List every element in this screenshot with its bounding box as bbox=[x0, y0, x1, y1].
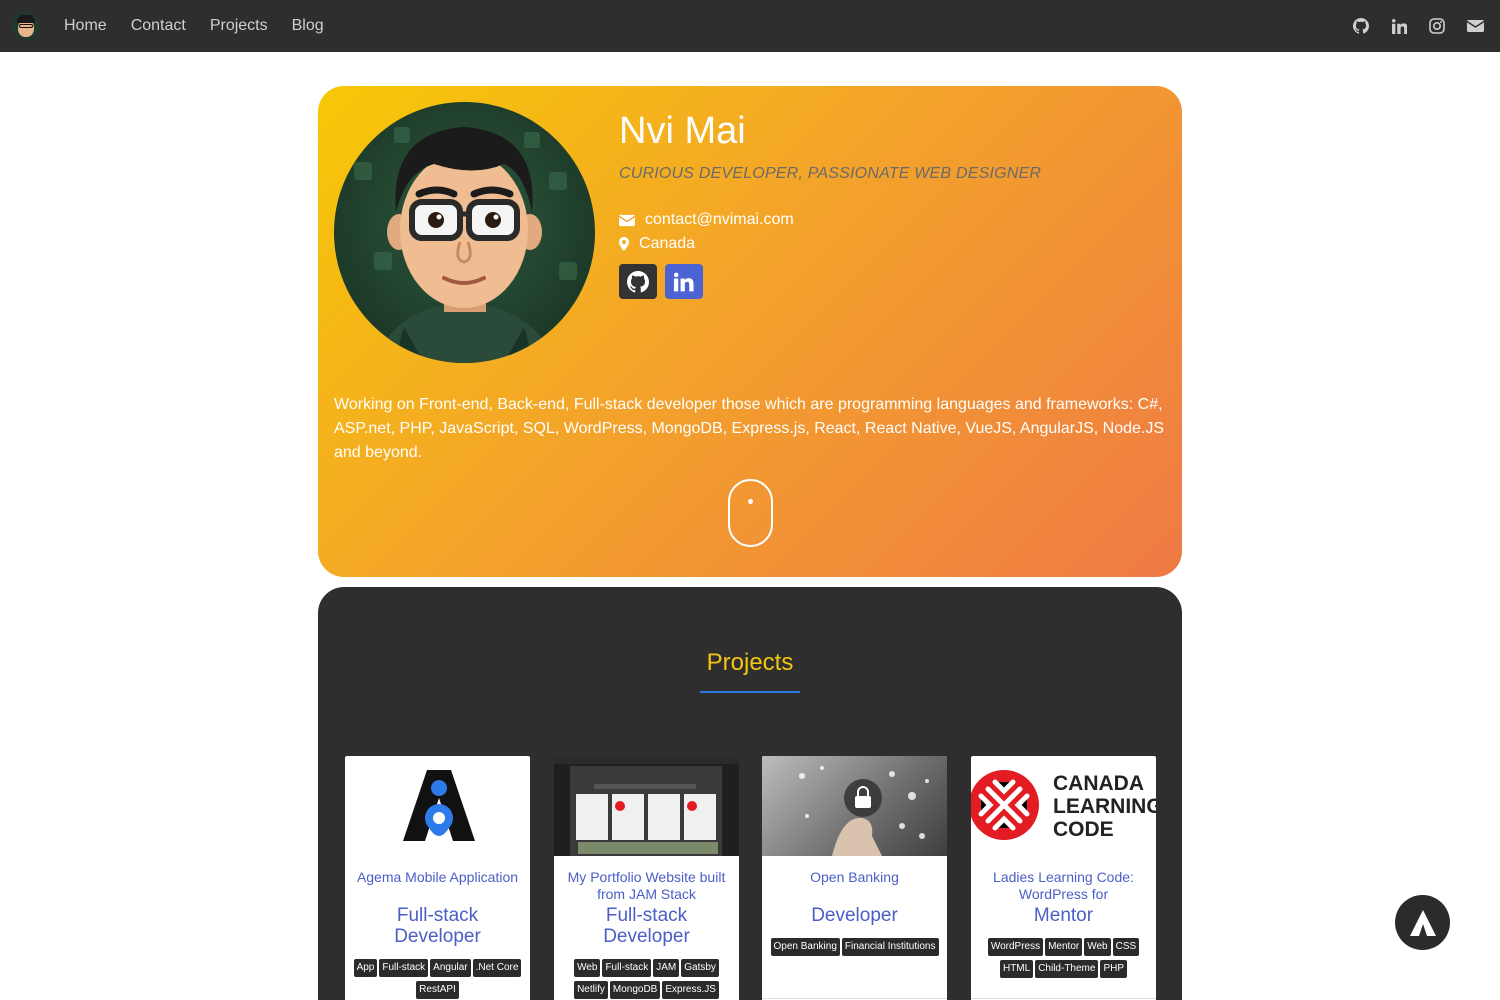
arrow-up-icon bbox=[1409, 909, 1436, 936]
tag: Full-stack bbox=[602, 959, 652, 977]
project-thumbnail bbox=[345, 756, 530, 856]
tag: RestAPI bbox=[416, 981, 459, 999]
nav-social-icons bbox=[1342, 0, 1494, 52]
map-marker-icon bbox=[619, 237, 629, 251]
nav-link-home[interactable]: Home bbox=[52, 17, 119, 35]
project-thumbnail bbox=[762, 756, 947, 856]
instagram-icon[interactable] bbox=[1428, 17, 1446, 35]
project-card[interactable]: Open Banking Developer Open Banking Fina… bbox=[762, 756, 947, 1000]
canada-learning-code-logo: CANADA LEARNING CODE bbox=[971, 770, 1156, 841]
tag: Open Banking bbox=[770, 938, 840, 956]
top-navbar: Home Contact Projects Blog bbox=[0, 0, 1500, 52]
project-role: Full-stack Developer bbox=[603, 905, 690, 947]
project-role: Developer bbox=[811, 905, 898, 926]
project-role: Full-stack Developer bbox=[394, 905, 481, 947]
site-logo-avatar[interactable] bbox=[12, 12, 40, 40]
project-role: Mentor bbox=[1033, 905, 1094, 926]
card-divider bbox=[762, 998, 947, 999]
project-tags: Open Banking Financial Institutions bbox=[762, 936, 947, 958]
tag: MongoDB bbox=[609, 981, 661, 999]
envelope-icon bbox=[619, 214, 635, 226]
contact-location: Canada bbox=[639, 235, 696, 252]
project-title[interactable]: Agema Mobile Application bbox=[345, 869, 530, 903]
card-divider bbox=[971, 998, 1156, 999]
github-button[interactable] bbox=[619, 264, 657, 299]
contact-location-row: Canada bbox=[619, 232, 794, 256]
tag: Financial Institutions bbox=[841, 938, 939, 956]
project-title[interactable]: My Portfolio Website built from JAM Stac… bbox=[554, 869, 739, 903]
tag: Angular bbox=[430, 959, 471, 977]
tag: Netlify bbox=[574, 981, 608, 999]
tag: WordPress bbox=[987, 938, 1044, 956]
profile-social-buttons bbox=[619, 264, 711, 299]
project-title[interactable]: Ladies Learning Code: WordPress for bbox=[971, 869, 1156, 903]
contact-email[interactable]: contact@nvimai.com bbox=[645, 211, 794, 229]
scroll-down-mouse-icon[interactable] bbox=[728, 479, 773, 547]
project-title[interactable]: Open Banking bbox=[762, 869, 947, 903]
project-tags: App Full-stack Angular .Net Core RestAPI bbox=[345, 957, 530, 1000]
tag: JAM bbox=[653, 959, 680, 977]
nav-link-blog[interactable]: Blog bbox=[280, 17, 336, 35]
nav-link-projects[interactable]: Projects bbox=[198, 17, 280, 35]
projects-heading: Projects bbox=[706, 649, 794, 676]
tag: App bbox=[353, 959, 378, 977]
project-tags: WordPress Mentor Web CSS HTML Child-Them… bbox=[971, 936, 1156, 980]
profile-description: Working on Front-end, Back-end, Full-sta… bbox=[334, 396, 1165, 461]
project-tags: Web Full-stack JAM Gatsby Netlify MongoD… bbox=[554, 957, 739, 1000]
tag: Express.JS bbox=[662, 981, 719, 999]
profile-card: Nvi Mai CURIOUS DEVELOPER, PASSIONATE WE… bbox=[318, 86, 1182, 577]
project-card[interactable]: CANADA LEARNING CODE Ladies Learning Cod… bbox=[971, 756, 1156, 1000]
tag: HTML bbox=[999, 960, 1034, 978]
agema-logo-icon bbox=[403, 770, 475, 841]
linkedin-icon bbox=[674, 272, 694, 291]
padlock-icon bbox=[799, 766, 929, 856]
envelope-icon[interactable] bbox=[1466, 17, 1484, 35]
github-icon[interactable] bbox=[1352, 17, 1370, 35]
tag: CSS bbox=[1112, 938, 1140, 956]
project-thumbnail: CANADA LEARNING CODE bbox=[971, 756, 1156, 856]
portfolio-screenshot-image bbox=[554, 756, 739, 856]
tag: .Net Core bbox=[472, 959, 522, 977]
project-card[interactable]: My Portfolio Website built from JAM Stac… bbox=[554, 756, 739, 1000]
tag: Mentor bbox=[1045, 938, 1083, 956]
profile-tagline: CURIOUS DEVELOPER, PASSIONATE WEB DESIGN… bbox=[619, 165, 1042, 182]
contact-email-row[interactable]: contact@nvimai.com bbox=[619, 208, 794, 232]
tag: Web bbox=[1084, 938, 1111, 956]
tag: PHP bbox=[1100, 960, 1128, 978]
tag: Gatsby bbox=[681, 959, 719, 977]
logo-text-code: CODE bbox=[1053, 818, 1114, 841]
nav-links: Home Contact Projects Blog bbox=[52, 17, 336, 35]
profile-name: Nvi Mai bbox=[619, 110, 746, 152]
github-icon bbox=[627, 270, 649, 292]
tag: Child-Theme bbox=[1035, 960, 1099, 978]
project-thumbnail bbox=[554, 756, 739, 856]
profile-contact: contact@nvimai.com Canada bbox=[619, 208, 794, 256]
projects-heading-underline bbox=[700, 691, 800, 693]
profile-avatar bbox=[334, 102, 595, 363]
logo-text-learning: LEARNING bbox=[1053, 795, 1156, 818]
linkedin-icon[interactable] bbox=[1390, 17, 1408, 35]
project-card[interactable]: Agema Mobile Application Full-stack Deve… bbox=[345, 756, 530, 1000]
nav-link-contact[interactable]: Contact bbox=[119, 17, 198, 35]
tag: Full-stack bbox=[379, 959, 429, 977]
projects-section: Projects Agema Mobile Application Full-s… bbox=[318, 587, 1182, 1000]
logo-text-canada: CANADA bbox=[1053, 772, 1144, 795]
back-to-top-button[interactable] bbox=[1395, 895, 1450, 950]
linkedin-button[interactable] bbox=[665, 264, 703, 299]
tag: Web bbox=[574, 959, 601, 977]
